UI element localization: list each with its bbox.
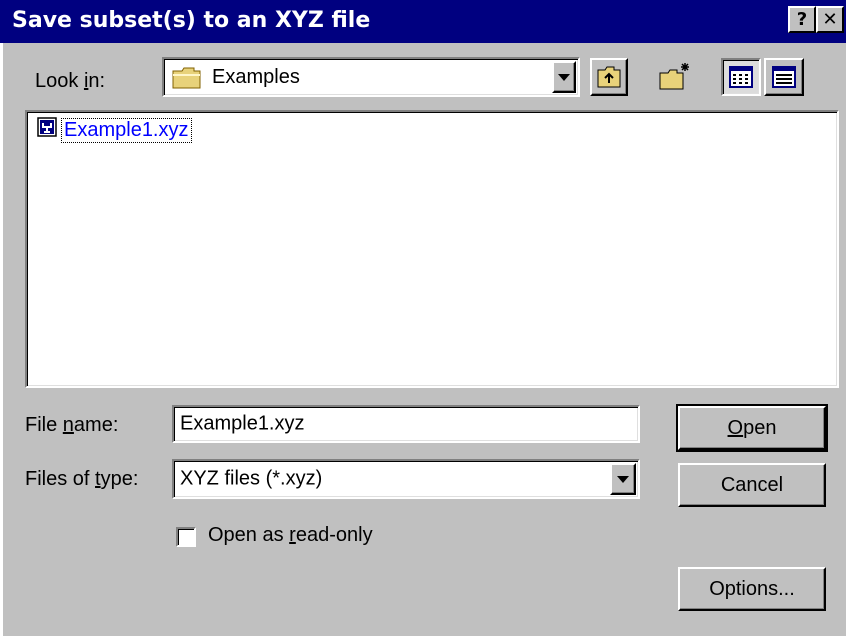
list-view-button[interactable] <box>721 58 761 96</box>
up-folder-icon <box>597 66 621 94</box>
look-in-value: Examples <box>212 66 300 88</box>
window-title: Save subset(s) to an XYZ file <box>12 8 371 33</box>
xyz-file-icon <box>37 117 57 143</box>
up-one-level-button[interactable] <box>590 58 628 96</box>
read-only-label: Open as read-only <box>208 524 373 546</box>
options-button[interactable]: Options... <box>678 567 826 611</box>
files-of-type-value: XYZ files (*.xyz) <box>180 467 323 490</box>
files-of-type-label: Files of type: <box>25 468 139 490</box>
list-view-icon <box>729 66 753 94</box>
file-name-label: File name: <box>25 414 119 436</box>
cancel-button[interactable]: Cancel <box>678 463 826 507</box>
file-name-value: Example1.xyz <box>180 412 305 435</box>
details-view-icon <box>772 66 796 94</box>
look-in-label: Look in: <box>35 70 106 92</box>
files-of-type-dropdown-arrow[interactable] <box>610 463 636 495</box>
file-name-input[interactable]: Example1.xyz <box>172 405 640 443</box>
folder-icon <box>172 67 202 95</box>
list-item[interactable]: Example1.xyz <box>37 117 192 143</box>
new-folder-icon <box>659 61 693 97</box>
look-in-combo[interactable]: Examples <box>162 57 580 97</box>
file-name: Example1.xyz <box>61 117 192 143</box>
title-bar: Save subset(s) to an XYZ file ? ✕ <box>0 0 846 43</box>
details-view-button[interactable] <box>764 58 804 96</box>
files-of-type-combo[interactable]: XYZ files (*.xyz) <box>172 459 640 499</box>
read-only-checkbox[interactable] <box>176 527 196 547</box>
file-list[interactable] <box>25 110 839 388</box>
look-in-dropdown-arrow[interactable] <box>552 61 576 93</box>
create-new-folder-button[interactable] <box>653 57 697 97</box>
help-button[interactable]: ? <box>788 6 816 33</box>
open-button[interactable]: Open <box>676 404 828 452</box>
close-button[interactable]: ✕ <box>816 6 844 33</box>
